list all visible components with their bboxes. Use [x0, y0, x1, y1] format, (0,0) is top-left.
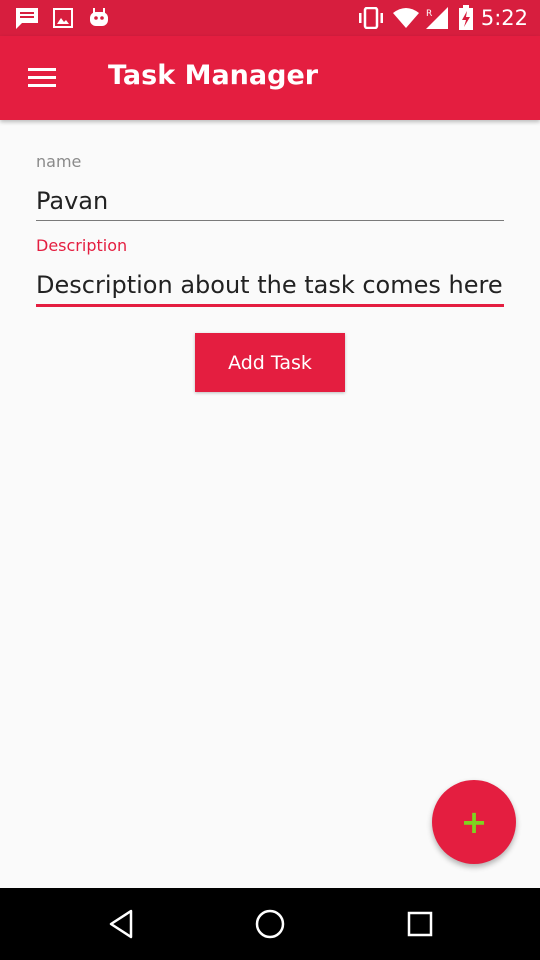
home-icon — [255, 909, 285, 939]
hamburger-menu-icon — [28, 68, 56, 87]
recents-button[interactable] — [402, 906, 438, 942]
app-title: Task Manager — [108, 60, 319, 91]
navigation-bar — [0, 888, 540, 960]
menu-button[interactable] — [22, 62, 62, 94]
svg-text:R: R — [426, 9, 432, 19]
signal-icon: R — [426, 7, 448, 29]
app-bar: Task Manager — [0, 36, 540, 120]
status-bar: R 5:22 — [0, 0, 540, 36]
description-underline — [36, 304, 504, 307]
description-label: Description — [36, 236, 128, 255]
vibrate-icon — [359, 7, 383, 29]
plus-icon: + — [460, 803, 488, 841]
message-icon — [16, 8, 38, 29]
back-icon — [109, 909, 133, 939]
wifi-icon — [393, 8, 419, 28]
android-icon — [90, 8, 108, 26]
back-button[interactable] — [103, 906, 139, 942]
name-underline — [36, 220, 504, 221]
home-button[interactable] — [252, 906, 288, 942]
battery-charging-icon — [459, 5, 473, 30]
add-task-button[interactable]: Add Task — [195, 333, 345, 392]
recents-icon — [407, 911, 433, 937]
description-field[interactable] — [36, 266, 504, 304]
add-fab-button[interactable]: + — [432, 780, 516, 864]
status-time: 5:22 — [480, 6, 528, 30]
name-label: name — [36, 152, 82, 171]
image-icon — [53, 8, 73, 28]
name-field[interactable] — [36, 182, 504, 220]
